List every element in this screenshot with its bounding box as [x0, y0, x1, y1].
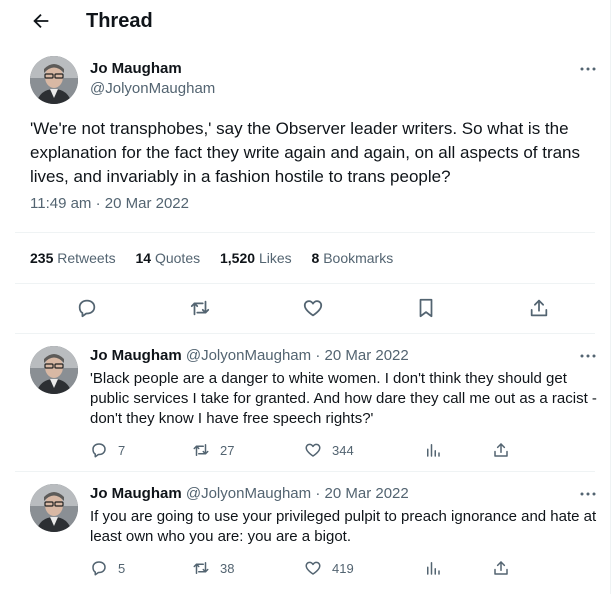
- divider: [15, 471, 595, 472]
- bookmarks-count: 8: [311, 250, 320, 266]
- bookmark-icon[interactable]: [415, 297, 437, 319]
- tweet-text: 'We're not transphobes,' say the Observe…: [30, 119, 581, 186]
- divider: [15, 232, 595, 233]
- like-icon[interactable]: [302, 297, 324, 319]
- bookmarks-stat[interactable]: 8 Bookmarks: [312, 250, 394, 266]
- retweet-count: 38: [220, 560, 235, 576]
- author-name[interactable]: Jo Maugham: [90, 347, 182, 364]
- like-button[interactable]: 419: [304, 558, 354, 578]
- share-icon: [494, 443, 508, 457]
- share-icon: [494, 561, 508, 575]
- thread-page: Thread Jo Maugham @JolyonMaugham 'We're …: [0, 0, 611, 594]
- share-icon[interactable]: [528, 297, 550, 319]
- retweets-stat[interactable]: 235 Retweets: [30, 250, 116, 266]
- tweet-timestamp[interactable]: 11:49 am · 20 Mar 2022: [30, 194, 189, 214]
- reply-button[interactable]: 5: [90, 558, 125, 578]
- reply-header: Jo Maugham @JolyonMaugham · 20 Mar 2022: [90, 484, 409, 503]
- divider: [15, 283, 595, 284]
- quotes-label: Quotes: [154, 250, 201, 266]
- page-title: Thread: [86, 10, 153, 32]
- retweet-icon: [193, 562, 209, 574]
- retweet-icon: [193, 444, 209, 456]
- separator-dot: ·: [315, 485, 321, 502]
- reply-text: If you are going to use your privileged …: [90, 508, 597, 545]
- retweet-count: 27: [220, 442, 235, 458]
- reply-actions: 7 27 344: [90, 440, 520, 460]
- reply-date[interactable]: 20 Mar 2022: [325, 485, 409, 502]
- arrow-left-icon[interactable]: [30, 10, 52, 32]
- reply-button[interactable]: 7: [90, 440, 125, 460]
- reply-count: 5: [118, 560, 126, 576]
- retweet-button[interactable]: 27: [192, 440, 234, 460]
- analytics-icon: [427, 562, 440, 575]
- reply-actions: 5 38 419: [90, 558, 520, 578]
- analytics-button[interactable]: [424, 440, 452, 460]
- reply-icon: [92, 443, 106, 458]
- like-count: 344: [332, 442, 354, 458]
- reply-icon[interactable]: [76, 297, 98, 319]
- share-button[interactable]: [492, 558, 520, 578]
- retweet-button[interactable]: 38: [192, 558, 234, 578]
- quotes-count: 14: [135, 250, 152, 266]
- author-handle[interactable]: @JolyonMaugham: [186, 347, 311, 364]
- retweets-count: 235: [30, 250, 54, 266]
- like-icon: [305, 561, 321, 575]
- like-button[interactable]: 344: [304, 440, 354, 460]
- tweet-stats: 235 Retweets 14 Quotes 1,520 Likes 8 Boo…: [30, 248, 409, 268]
- analytics-button[interactable]: [424, 558, 452, 578]
- author-name[interactable]: Jo Maugham: [90, 485, 182, 502]
- likes-stat[interactable]: 1,520 Likes: [220, 250, 292, 266]
- author-handle[interactable]: @JolyonMaugham: [90, 79, 215, 98]
- like-icon: [305, 443, 321, 457]
- like-count: 419: [332, 560, 354, 576]
- more-icon[interactable]: [578, 484, 598, 504]
- author-name[interactable]: Jo Maugham: [90, 59, 182, 78]
- more-icon[interactable]: [578, 346, 598, 366]
- bookmarks-label: Bookmarks: [323, 250, 394, 266]
- reply-date[interactable]: 20 Mar 2022: [325, 347, 409, 364]
- retweet-icon[interactable]: [189, 297, 211, 319]
- reply-header: Jo Maugham @JolyonMaugham · 20 Mar 2022: [90, 346, 409, 365]
- quotes-stat[interactable]: 14 Quotes: [136, 250, 201, 266]
- analytics-icon: [427, 444, 440, 457]
- more-icon[interactable]: [578, 59, 598, 79]
- avatar[interactable]: [30, 56, 78, 104]
- separator-dot: ·: [315, 347, 321, 364]
- likes-label: Likes: [258, 250, 292, 266]
- likes-count: 1,520: [220, 250, 256, 266]
- reply-icon: [92, 561, 106, 576]
- avatar[interactable]: [30, 346, 78, 394]
- retweets-label: Retweets: [57, 250, 116, 266]
- reply-text: 'Black people are a danger to white wome…: [90, 370, 597, 427]
- thread-header: Thread: [0, 0, 611, 44]
- reply-count: 7: [118, 442, 126, 458]
- author-handle[interactable]: @JolyonMaugham: [186, 485, 311, 502]
- share-button[interactable]: [492, 440, 520, 460]
- avatar[interactable]: [30, 484, 78, 532]
- divider: [15, 333, 595, 334]
